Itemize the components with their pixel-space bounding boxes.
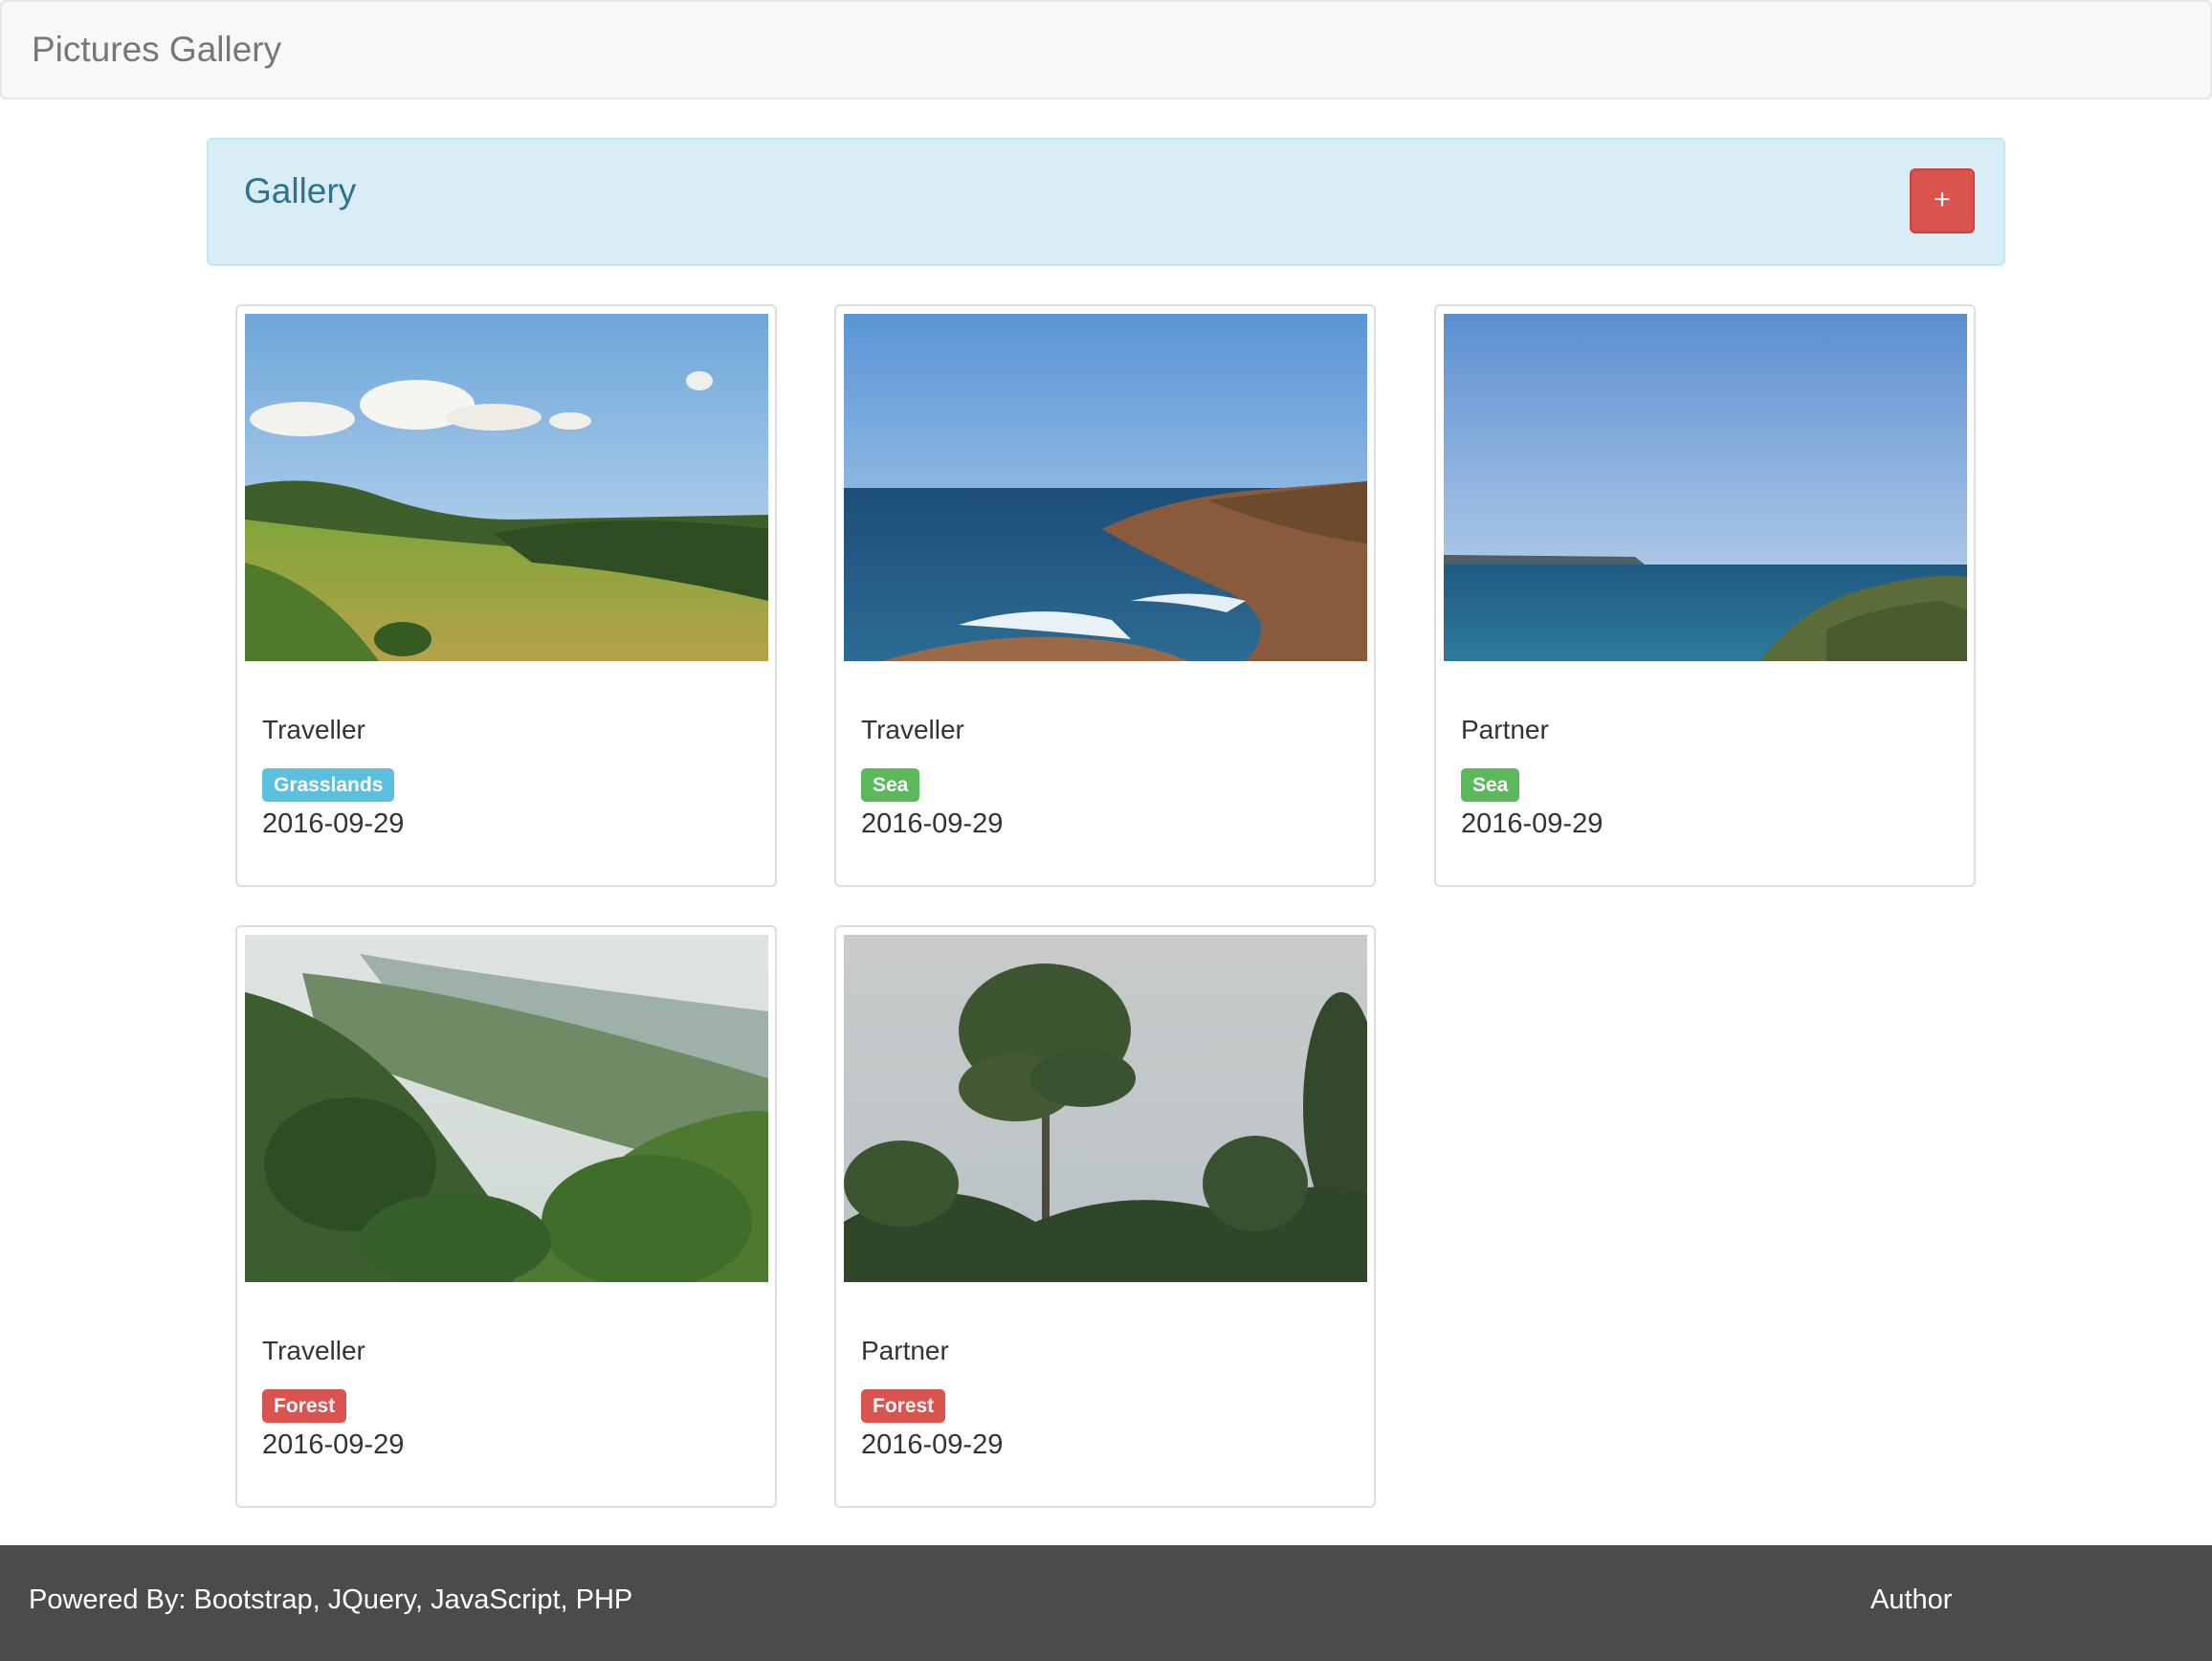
add-picture-button[interactable]: + (1910, 168, 1975, 233)
gallery-card[interactable]: Traveller Forest 2016-09-29 (235, 925, 777, 1508)
card-date: 2016-09-29 (1461, 808, 1604, 839)
author-link[interactable]: Author (1870, 1583, 1952, 1616)
card-author: Traveller (861, 715, 964, 744)
card-author: Traveller (262, 715, 365, 744)
category-badge: Sea (861, 768, 920, 802)
category-badge: Sea (1461, 768, 1520, 802)
panel-title: Gallery (244, 171, 357, 210)
gallery-card[interactable]: Traveller Grasslands 2016-09-29 (235, 304, 777, 887)
gallery-card[interactable]: Partner Sea 2016-09-29 (1434, 304, 1976, 887)
gallery-panel-heading: Gallery + (207, 138, 2005, 266)
card-author: Partner (1461, 715, 1549, 744)
navbar-brand[interactable]: Pictures Gallery (32, 29, 281, 71)
tall-tree-photo[interactable] (844, 935, 1367, 1282)
card-author: Partner (861, 1336, 949, 1365)
gallery-card[interactable]: Traveller Sea 2016-09-29 (834, 304, 1376, 887)
card-author: Traveller (262, 1336, 365, 1365)
card-date: 2016-09-29 (861, 1429, 1004, 1460)
category-badge: Forest (262, 1389, 347, 1423)
card-date: 2016-09-29 (262, 1429, 405, 1460)
powered-by-text: Powered By: Bootstrap, JQuery, JavaScrip… (29, 1584, 633, 1615)
grassland-hills-photo[interactable] (245, 314, 768, 661)
card-date: 2016-09-29 (262, 808, 405, 839)
category-badge: Forest (861, 1389, 946, 1423)
forest-valley-photo[interactable] (245, 935, 768, 1282)
gallery-card[interactable]: Partner Forest 2016-09-29 (834, 925, 1376, 1508)
ocean-horizon-photo[interactable] (1444, 314, 1967, 661)
page-footer: Powered By: Bootstrap, JQuery, JavaScrip… (0, 1545, 2212, 1661)
card-date: 2016-09-29 (861, 808, 1004, 839)
rocky-coast-photo[interactable] (844, 314, 1367, 661)
category-badge: Grasslands (262, 768, 395, 802)
top-navbar: Pictures Gallery (0, 0, 2212, 100)
